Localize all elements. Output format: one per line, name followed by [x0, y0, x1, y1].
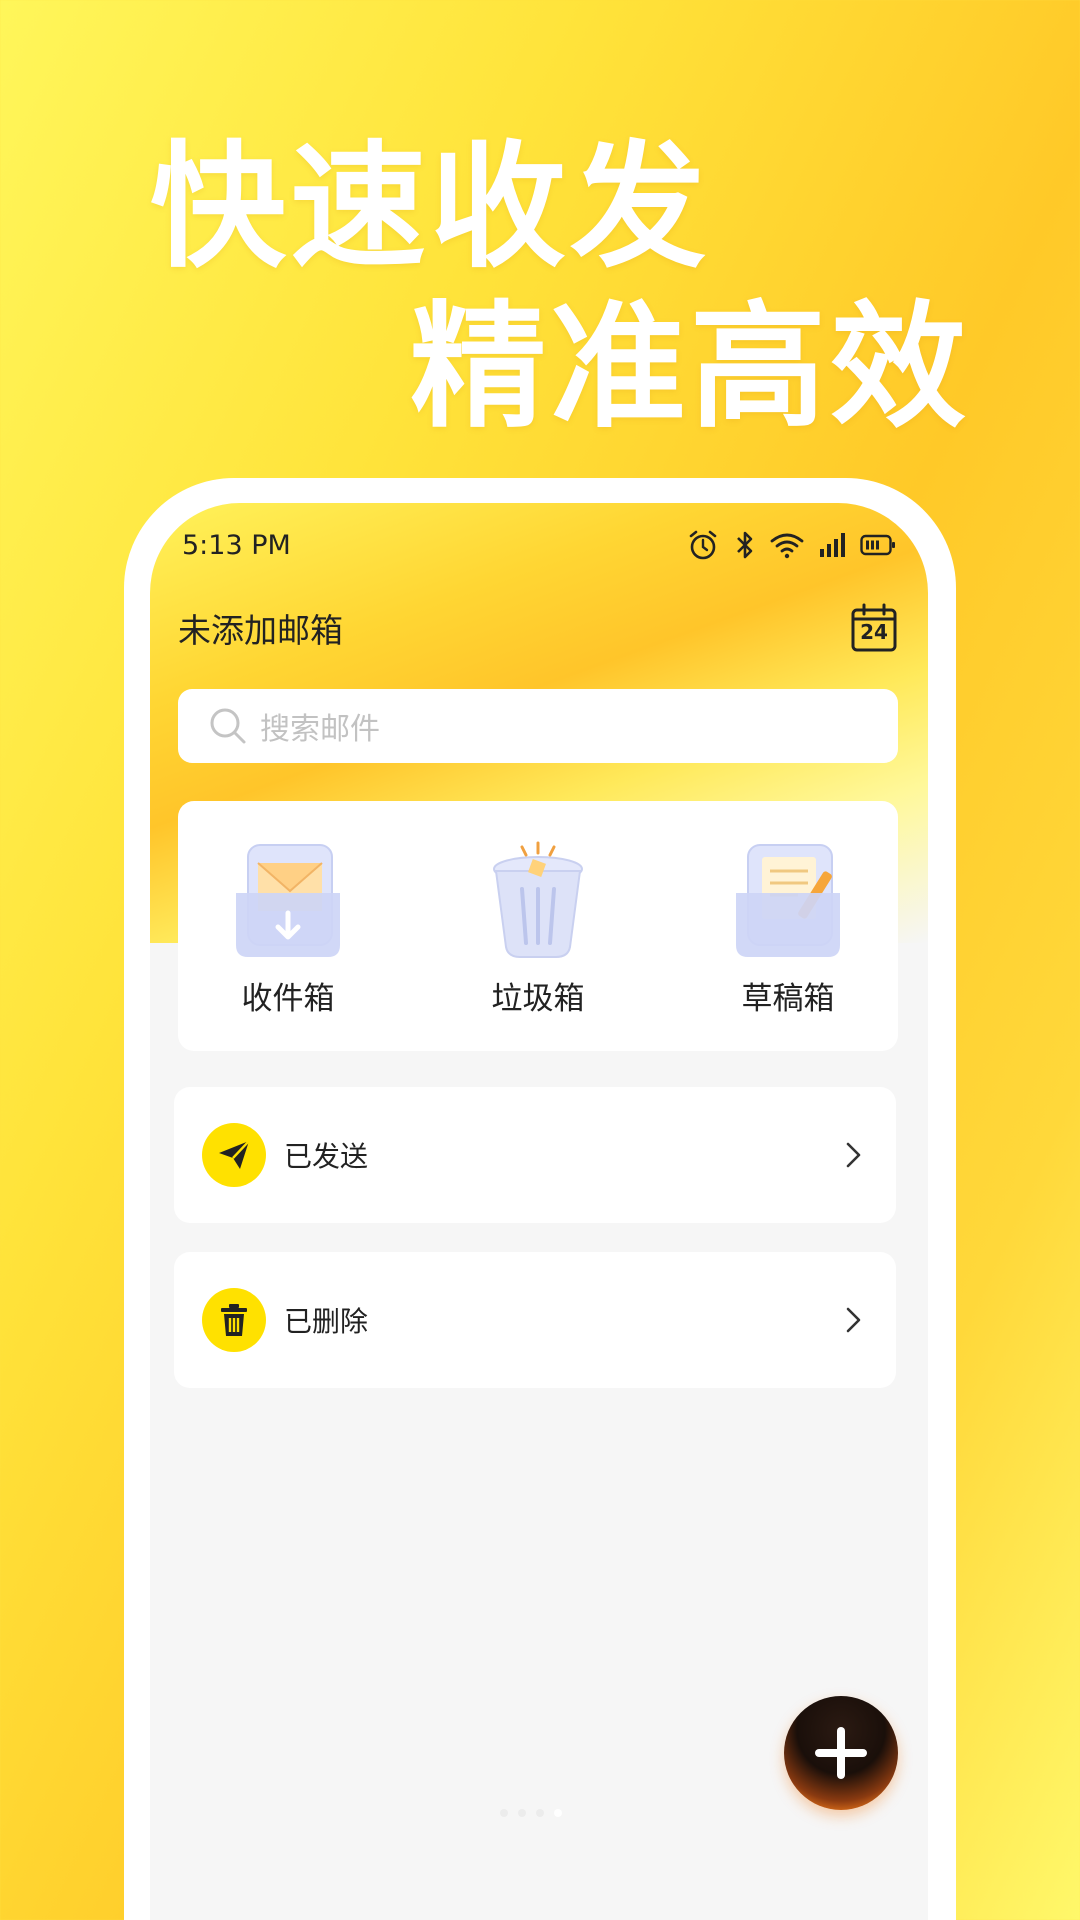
- status-icons: [686, 528, 896, 562]
- folder-label: 已发送: [284, 1140, 369, 1173]
- folder-label: 已删除: [284, 1305, 369, 1338]
- search-input[interactable]: 搜索邮件: [178, 689, 898, 763]
- chevron-right-icon: [846, 1307, 861, 1333]
- quick-folder-label: 收件箱: [241, 981, 335, 1017]
- quick-folder-label: 垃圾箱: [491, 981, 585, 1017]
- page-dot: [500, 1809, 508, 1817]
- bluetooth-icon: [737, 531, 753, 559]
- search-icon: [210, 708, 246, 744]
- folder-item-deleted[interactable]: 已删除: [174, 1252, 896, 1388]
- account-row: 未添加邮箱 24: [178, 598, 898, 658]
- status-time: 5:13 PM: [182, 529, 291, 561]
- plus-icon: [815, 1727, 867, 1779]
- calendar-day: 24: [860, 620, 888, 644]
- search-placeholder: 搜索邮件: [260, 712, 380, 747]
- page-indicator: [500, 1809, 562, 1817]
- trash-bin-icon: [493, 841, 583, 958]
- quick-folders-card: 收件箱 垃圾箱 草稿箱: [178, 801, 898, 1051]
- compose-button[interactable]: [784, 1696, 898, 1810]
- paper-plane-icon: [202, 1123, 266, 1187]
- delete-icon: [202, 1288, 266, 1352]
- wifi-icon: [770, 533, 804, 559]
- quick-folder-trash[interactable]: 垃圾箱: [458, 801, 618, 1051]
- page-dot: [518, 1809, 526, 1817]
- quick-folder-label: 草稿箱: [741, 981, 835, 1017]
- status-bar: 5:13 PM: [182, 525, 896, 565]
- battery-icon: [860, 534, 895, 556]
- alarm-icon: [689, 530, 717, 560]
- quick-folder-inbox[interactable]: 收件箱: [208, 801, 368, 1051]
- drafts-icon: [736, 844, 840, 957]
- account-title[interactable]: 未添加邮箱: [178, 604, 343, 652]
- chevron-right-icon: [846, 1142, 861, 1168]
- inbox-icon: [236, 844, 340, 957]
- page-dot: [536, 1809, 544, 1817]
- page-dot-active: [554, 1809, 562, 1817]
- quick-folder-drafts[interactable]: 草稿箱: [708, 801, 868, 1051]
- phone-screen: 5:13 PM 未添加邮箱 24 搜索邮件 收件箱 垃圾箱 草稿箱 已发送 已删…: [150, 503, 928, 1920]
- folder-item-sent[interactable]: 已发送: [174, 1087, 896, 1223]
- signal-icon: [820, 533, 845, 557]
- calendar-button[interactable]: 24: [850, 603, 898, 653]
- promo-headline-line1: 快速收发: [150, 129, 710, 287]
- promo-headline-line2: 精准高效: [410, 289, 970, 447]
